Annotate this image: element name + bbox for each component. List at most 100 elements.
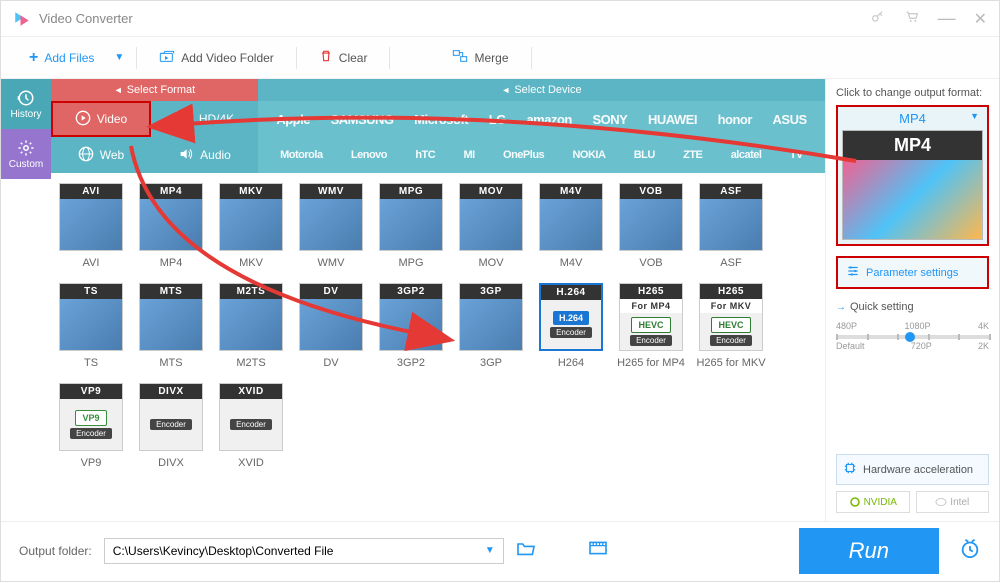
format-label: H264: [558, 357, 584, 369]
brand-logo[interactable]: LG: [489, 112, 506, 127]
format-icon: DV: [299, 283, 363, 351]
format-item-m4v[interactable]: M4VM4V: [531, 183, 611, 281]
brand-logo[interactable]: BLU: [634, 149, 655, 161]
format-item-3gp2[interactable]: 3GP23GP2: [371, 283, 451, 381]
brand-logo[interactable]: hTC: [415, 149, 435, 161]
add-folder-button[interactable]: Add Video Folder: [149, 45, 284, 70]
brand-logo[interactable]: Motorola: [280, 149, 322, 161]
open-folder-button[interactable]: [516, 540, 536, 561]
add-files-dropdown-icon[interactable]: ▼: [114, 52, 124, 63]
nvidia-chip[interactable]: NVIDIA: [836, 491, 910, 513]
format-item-h265-for-mkv[interactable]: H265For MKVHEVCEncoderH265 for MKV: [691, 283, 771, 381]
format-item-avi[interactable]: AVIAVI: [51, 183, 131, 281]
format-thumb: [300, 299, 362, 350]
format-badge: MP4: [140, 184, 202, 199]
output-format-preview[interactable]: MP4 MP4: [836, 105, 989, 246]
cart-icon[interactable]: [904, 9, 920, 28]
hardware-accel-label: Hardware acceleration: [863, 464, 973, 476]
format-thumb: HEVCEncoder: [700, 313, 762, 350]
key-icon[interactable]: [870, 9, 886, 28]
format-item-divx[interactable]: DIVXEncoderDIVX: [131, 383, 211, 481]
brand-logo[interactable]: honor: [718, 112, 752, 127]
format-item-xvid[interactable]: XVIDEncoderXVID: [211, 383, 291, 481]
slider-handle[interactable]: [905, 332, 915, 342]
format-item-3gp[interactable]: 3GP3GP: [451, 283, 531, 381]
minimize-icon[interactable]: —: [938, 8, 956, 29]
format-item-mts[interactable]: MTSMTS: [131, 283, 211, 381]
resolution-slider[interactable]: [836, 335, 989, 339]
run-button[interactable]: Run: [799, 528, 939, 574]
play-icon: [75, 110, 91, 129]
format-area: ◄ Select Format ◄ Select Device Video HD…: [51, 79, 825, 521]
format-label: M2TS: [236, 357, 265, 369]
close-icon[interactable]: ✕: [974, 9, 987, 29]
brand-logo[interactable]: ASUS: [773, 112, 807, 127]
brand-logo[interactable]: SONY: [592, 112, 627, 127]
app-title: Video Converter: [39, 11, 870, 26]
merge-button[interactable]: Merge: [442, 45, 518, 70]
brand-logo[interactable]: Microsoft: [414, 112, 468, 127]
format-item-mp4[interactable]: MP4MP4: [131, 183, 211, 281]
format-icon: M2TS: [219, 283, 283, 351]
separator: [136, 47, 137, 69]
format-thumb: [60, 199, 122, 250]
output-folder-input[interactable]: C:\Users\Kevincy\Desktop\Converted File …: [104, 538, 504, 564]
brand-logo[interactable]: amazon: [526, 112, 571, 127]
add-files-label: Add Files: [44, 51, 94, 65]
format-thumb: [140, 299, 202, 350]
select-format-label: Select Format: [127, 84, 195, 96]
app-logo-icon: [13, 10, 31, 28]
format-item-m2ts[interactable]: M2TS M2TS: [211, 283, 291, 381]
format-item-mpg[interactable]: MPGMPG: [371, 183, 451, 281]
format-item-dv[interactable]: DVDV: [291, 283, 371, 381]
brand-logo[interactable]: TV: [790, 149, 803, 161]
titlebar: Video Converter — ✕: [1, 1, 999, 37]
category-hd[interactable]: HD/4K: [151, 101, 258, 137]
format-item-vp9[interactable]: VP9VP9EncoderVP9: [51, 383, 131, 481]
format-label: MTS: [159, 357, 182, 369]
format-item-ts[interactable]: TSTS: [51, 283, 131, 381]
clear-button[interactable]: Clear: [309, 45, 378, 70]
brand-logo[interactable]: MI: [464, 149, 475, 161]
format-item-h264[interactable]: H.264H.264EncoderH264: [531, 283, 611, 381]
hardware-accel-button[interactable]: Hardware acceleration: [836, 454, 989, 485]
trash-icon: [319, 49, 333, 66]
output-format-thumb: [843, 160, 982, 239]
custom-button[interactable]: Custom: [1, 129, 51, 179]
format-badge: M4V: [540, 184, 602, 199]
brand-logo[interactable]: HUAWEI: [648, 112, 697, 127]
film-folder-button[interactable]: [588, 540, 608, 561]
quick-setting-label: Quick setting: [836, 301, 989, 313]
custom-label: Custom: [9, 159, 43, 170]
dropdown-icon[interactable]: ▼: [485, 545, 495, 556]
format-item-mov[interactable]: MOVMOV: [451, 183, 531, 281]
format-item-h265-for-mp4[interactable]: H265For MP4HEVCEncoderH265 for MP4: [611, 283, 691, 381]
brand-logo[interactable]: Apple: [276, 112, 310, 127]
brand-logo[interactable]: SAMSUNG: [331, 112, 394, 127]
brand-logo[interactable]: ZTE: [683, 149, 702, 161]
output-format-name: MP4: [842, 111, 983, 126]
category-video[interactable]: Video: [51, 101, 151, 137]
format-item-vob[interactable]: VOBVOB: [611, 183, 691, 281]
select-format-tab[interactable]: ◄ Select Format: [51, 79, 258, 101]
brand-logo[interactable]: Lenovo: [351, 149, 387, 161]
format-icon: WMV: [299, 183, 363, 251]
format-icon: MP4: [139, 183, 203, 251]
history-label: History: [10, 109, 41, 120]
brand-logo[interactable]: OnePlus: [503, 149, 544, 161]
format-thumb: [220, 199, 282, 250]
schedule-button[interactable]: [959, 537, 981, 565]
add-files-button[interactable]: + Add Files: [19, 45, 104, 71]
category-web[interactable]: Web: [51, 137, 151, 173]
brand-logo[interactable]: alcatel: [731, 149, 762, 161]
parameter-settings-button[interactable]: Parameter settings: [836, 256, 989, 289]
format-badge: TS: [60, 284, 122, 299]
format-item-wmv[interactable]: WMVWMV: [291, 183, 371, 281]
intel-chip[interactable]: Intel: [916, 491, 990, 513]
category-audio[interactable]: Audio: [151, 137, 258, 173]
select-device-tab[interactable]: ◄ Select Device: [258, 79, 825, 101]
brand-logo[interactable]: NOKIA: [572, 149, 605, 161]
format-item-asf[interactable]: ASFASF: [691, 183, 771, 281]
format-item-mkv[interactable]: MKVMKV: [211, 183, 291, 281]
history-button[interactable]: History: [1, 79, 51, 129]
